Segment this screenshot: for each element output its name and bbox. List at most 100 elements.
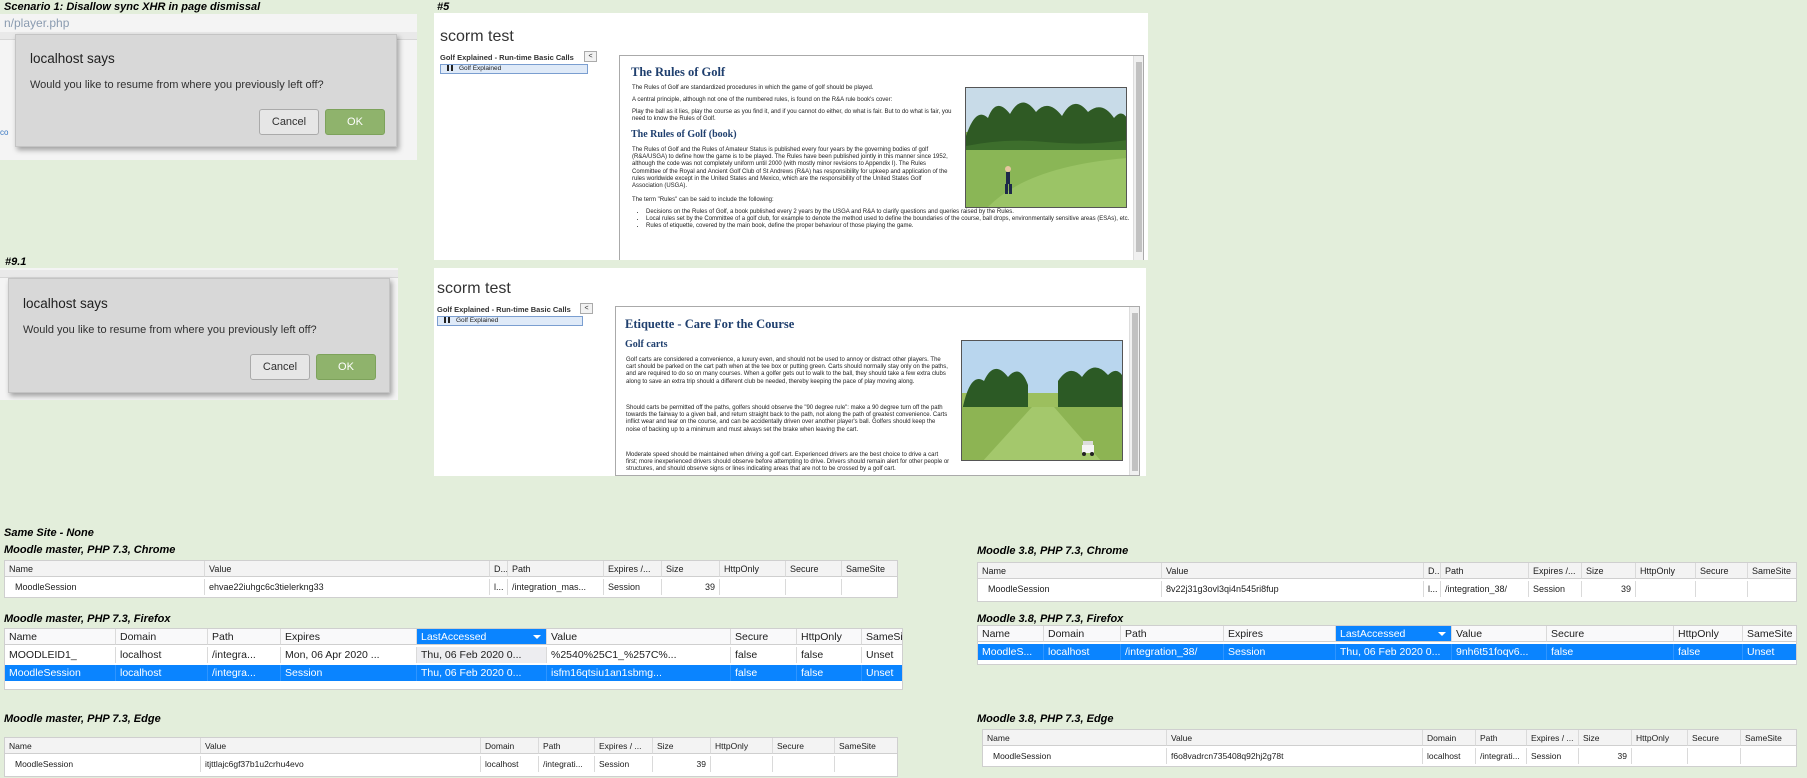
cell-expires: Session [281,665,417,681]
column-header[interactable]: Path [1121,626,1224,642]
column-header[interactable]: SameSite [1743,626,1796,642]
cell-value: ehvae22iuhgc6c3tielerkng33 [205,579,490,595]
column-header[interactable]: Expires / ... [1527,730,1579,746]
column-header[interactable]: HttpOnly [720,561,786,577]
sort-descending-icon [1438,632,1446,636]
column-header[interactable]: SameSite [842,561,897,577]
column-header[interactable]: Expires /... [1529,563,1582,579]
caption-m38-edge: Moodle 3.8, PHP 7.3, Edge [977,713,1114,725]
column-header[interactable]: Size [1579,730,1632,746]
column-header[interactable]: Secure [773,738,835,754]
column-header[interactable]: Secure [1547,626,1674,642]
column-header[interactable]: HttpOnly [797,629,862,645]
column-header[interactable]: Expires [281,629,417,645]
column-header[interactable]: Path [508,561,604,577]
column-header[interactable]: Domain [1423,730,1476,746]
cell-httponly: false [797,647,862,663]
column-header[interactable]: Domain [481,738,539,754]
column-header[interactable]: Secure [731,629,797,645]
cell-samesite: Unset [862,647,902,663]
cell-path: /integration_38/ [1121,644,1224,660]
column-header[interactable]: Name [5,561,205,577]
table-row[interactable]: MoodleSession ehvae22iuhgc6c3tielerkng33… [5,579,897,595]
column-header[interactable]: HttpOnly [711,738,773,754]
column-header[interactable]: Value [1167,730,1423,746]
caption-m38-firefox: Moodle 3.8, PHP 7.3, Firefox [977,613,1124,625]
column-header[interactable]: Name [5,629,116,645]
column-header[interactable]: HttpOnly [1632,730,1688,746]
column-header[interactable]: Value [1452,626,1547,642]
column-header[interactable]: Secure [1688,730,1741,746]
content-subheading: The Rules of Golf (book) [631,129,737,140]
scorm-player-screenshot-2: scorm test Golf Explained - Run-time Bas… [434,268,1146,476]
content-scrollbar[interactable] [1129,307,1139,475]
cell-httponly: false [1674,644,1743,660]
dialog-message: Would you like to resume from where you … [30,79,324,91]
column-header[interactable]: Value [205,561,490,577]
column-header[interactable]: Name [5,738,201,754]
column-header[interactable]: Value [201,738,481,754]
column-header[interactable]: HttpOnly [1674,626,1743,642]
cancel-button[interactable]: Cancel [250,354,310,380]
cell-name: MoodleSession [5,665,116,681]
ok-button[interactable]: OK [316,354,376,380]
cancel-button[interactable]: Cancel [259,109,319,135]
content-scrollbar[interactable] [1133,56,1143,260]
table-row-selected[interactable]: MoodleSession localhost /integra... Sess… [5,665,902,681]
column-header[interactable]: Path [1476,730,1527,746]
toc-item-golf-explained[interactable]: Golf Explained [440,64,588,74]
toc-item-golf-explained[interactable]: Golf Explained [437,316,583,326]
paragraph: A central principle, although not one of… [632,97,893,103]
toc-collapse-button[interactable]: < [580,303,593,314]
cell-name: MOODLEID1_ [5,647,116,663]
table-row[interactable]: MoodleSession itjttlajc6gf37b1u2crhu4evo… [5,756,897,772]
cell-name: MoodleS... [978,644,1044,660]
column-header[interactable]: SameSite [1741,730,1796,746]
column-header[interactable]: Domain [116,629,208,645]
cell-secure: false [1547,644,1674,660]
column-header[interactable]: Size [1582,563,1636,579]
table-row-selected[interactable]: MoodleS... localhost /integration_38/ Se… [978,644,1796,660]
column-header-sorted[interactable]: LastAccessed [417,629,547,645]
toc-collapse-button[interactable]: < [584,51,597,62]
column-header[interactable]: Value [547,629,731,645]
column-header[interactable]: Name [978,563,1162,579]
ok-button[interactable]: OK [325,109,385,135]
paragraph: The Rules of Golf are standardized proce… [632,85,874,91]
table-row[interactable]: MOODLEID1_ localhost /integra... Mon, 06… [5,647,902,663]
cell-secure [773,756,835,772]
column-header-sorted[interactable]: LastAccessed [1336,626,1452,642]
cell-domain: localhost [116,665,208,681]
column-header[interactable]: Value [1162,563,1424,579]
column-header[interactable]: HttpOnly [1636,563,1696,579]
column-header[interactable]: Secure [786,561,842,577]
column-header[interactable]: D... [1424,563,1441,579]
column-header[interactable]: SameSite [835,738,897,754]
side-link-fragment[interactable]: co [0,128,8,137]
column-header[interactable]: Secure [1696,563,1748,579]
table-row[interactable]: MoodleSession 8v22j31g3ovl3qi4n545ri8fup… [978,581,1796,597]
column-header[interactable]: D... [490,561,508,577]
cell-last-accessed: Thu, 06 Feb 2020 0... [1336,644,1452,660]
column-header[interactable]: Size [653,738,711,754]
column-header[interactable]: Domain [1044,626,1121,642]
column-header[interactable]: Size [662,561,720,577]
column-header[interactable]: Name [978,626,1044,642]
column-header[interactable]: Path [208,629,281,645]
column-header[interactable]: Expires /... [604,561,662,577]
cell-httponly [720,579,786,595]
column-header[interactable]: Name [983,730,1167,746]
column-header[interactable]: Expires [1224,626,1336,642]
cell-name: MoodleSession [5,756,201,772]
column-header[interactable]: SameSite [1748,563,1796,579]
column-header[interactable]: Path [1441,563,1529,579]
caption-master-firefox: Moodle master, PHP 7.3, Firefox [4,613,171,625]
column-header[interactable]: SameSite [862,629,902,645]
table-row[interactable]: MoodleSession f6o8vadrcn735408q92hj2g78t… [983,748,1796,764]
cell-path: /integration_38/ [1441,581,1529,597]
cell-path: /integra... [208,665,281,681]
cell-samesite: Unset [1743,644,1796,660]
cell-domain: localhost [481,756,539,772]
column-header[interactable]: Path [539,738,595,754]
column-header[interactable]: Expires / ... [595,738,653,754]
